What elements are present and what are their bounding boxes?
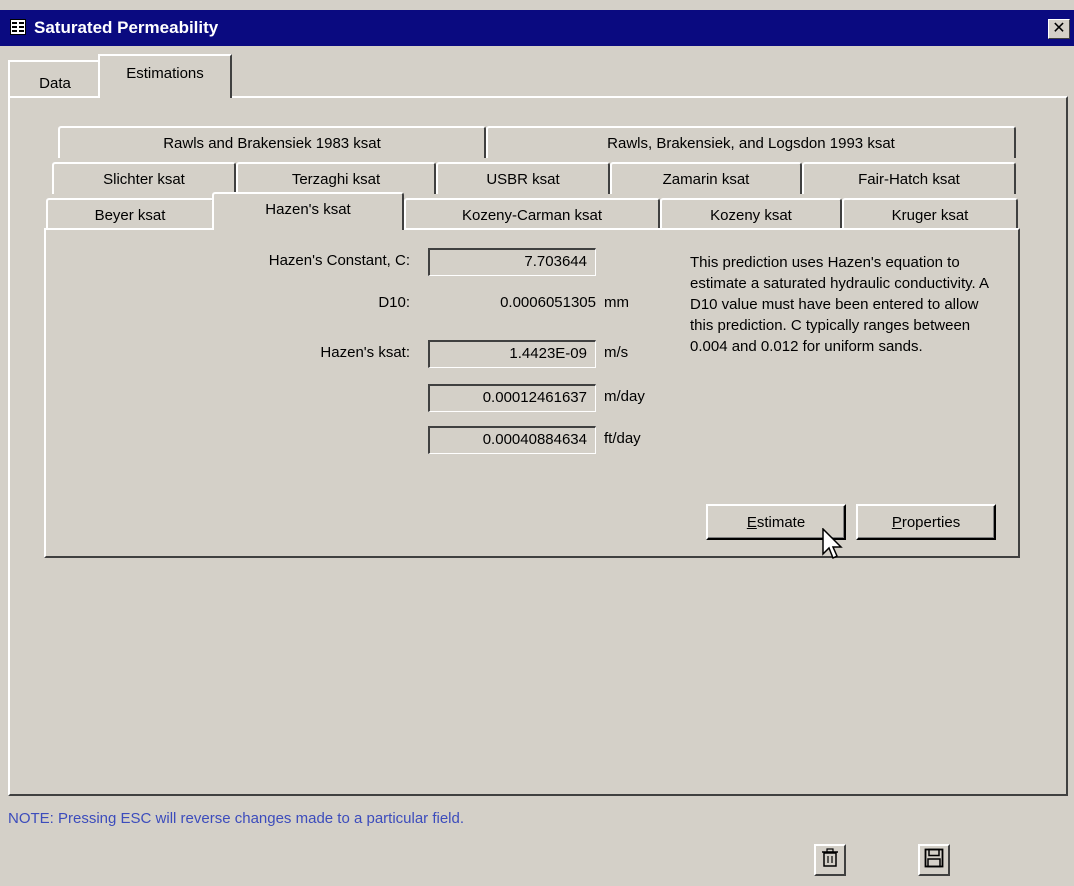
ksat-ftday-field[interactable]: 0.00040884634: [428, 426, 596, 454]
tab-label: Beyer ksat: [94, 206, 166, 224]
properties-label-rest: roperties: [901, 513, 961, 531]
tab-label: Kozeny ksat: [710, 206, 792, 224]
properties-button[interactable]: Properties: [856, 504, 996, 540]
save-record-button[interactable]: [918, 844, 950, 876]
floppy-disk-icon: [924, 848, 944, 872]
tab-label: Terzaghi ksat: [291, 170, 381, 188]
tab-fair-hatch[interactable]: Fair-Hatch ksat: [802, 162, 1016, 194]
tab-beyer[interactable]: Beyer ksat: [46, 198, 214, 230]
tab-label: Estimations: [126, 64, 204, 82]
tab-data[interactable]: Data: [8, 60, 100, 96]
tab-label: Zamarin ksat: [662, 170, 750, 188]
hazen-ksat-label: Hazen's ksat:: [320, 344, 410, 361]
d10-label: D10:: [378, 294, 410, 311]
properties-label: Properties: [892, 514, 960, 531]
tab-rawls-brakensiek-1983[interactable]: Rawls and Brakensiek 1983 ksat: [58, 126, 486, 158]
tab-label: Data: [39, 74, 71, 92]
tab-label: Hazen's ksat: [265, 200, 351, 218]
tab-slichter[interactable]: Slichter ksat: [52, 162, 236, 194]
d10-unit: mm: [604, 294, 629, 311]
close-icon: ✕: [1052, 20, 1066, 37]
ksat-ftday-unit: ft/day: [604, 430, 641, 447]
tab-terzaghi[interactable]: Terzaghi ksat: [236, 162, 436, 194]
properties-mnemonic: P: [891, 513, 902, 531]
tab-label: Kruger ksat: [891, 206, 969, 224]
d10-value: 0.0006051305: [500, 294, 596, 311]
tab-label: Rawls and Brakensiek 1983 ksat: [163, 134, 381, 152]
estimate-label: Estimate: [747, 514, 805, 531]
estimate-label-rest: stimate: [756, 513, 806, 531]
delete-record-button[interactable]: [814, 844, 846, 876]
ksat-ms-unit: m/s: [604, 344, 629, 361]
form-icon: [10, 19, 26, 35]
ksat-ms-field[interactable]: 1.4423E-09: [428, 340, 596, 368]
tab-label: Kozeny-Carman ksat: [461, 206, 603, 224]
footer-note: NOTE: Pressing ESC will reverse changes …: [8, 810, 465, 827]
tab-label: USBR ksat: [486, 170, 560, 188]
tab-rawls-brakensiek-logsdon-1993[interactable]: Rawls, Brakensiek, and Logsdon 1993 ksat: [486, 126, 1016, 158]
tab-estimations[interactable]: Estimations: [98, 54, 232, 98]
tab-kozeny-carman[interactable]: Kozeny-Carman ksat: [404, 198, 660, 230]
tab-hazen[interactable]: Hazen's ksat: [212, 192, 404, 230]
ksat-mday-field[interactable]: 0.00012461637: [428, 384, 596, 412]
hazen-constant-field[interactable]: 7.703644: [428, 248, 596, 276]
tab-label: Slichter ksat: [103, 170, 185, 188]
mouse-pointer-icon: [822, 527, 844, 568]
tab-kozeny[interactable]: Kozeny ksat: [660, 198, 842, 230]
tab-label: Rawls, Brakensiek, and Logsdon 1993 ksat: [607, 134, 895, 152]
title-bar[interactable]: Saturated Permeability ✕: [0, 10, 1074, 46]
window-title: Saturated Permeability: [34, 18, 219, 37]
tab-zamarin[interactable]: Zamarin ksat: [610, 162, 802, 194]
estimate-mnemonic: E: [746, 513, 757, 531]
tab-label: Fair-Hatch ksat: [858, 170, 960, 188]
hazen-constant-label: Hazen's Constant, C:: [268, 252, 410, 269]
hazen-description: This prediction uses Hazen's equation to…: [690, 254, 989, 355]
ksat-mday-unit: m/day: [604, 388, 645, 405]
tab-kruger[interactable]: Kruger ksat: [842, 198, 1018, 230]
close-button[interactable]: ✕: [1048, 19, 1070, 39]
tab-usbr[interactable]: USBR ksat: [436, 162, 610, 194]
trash-icon: [821, 848, 839, 872]
